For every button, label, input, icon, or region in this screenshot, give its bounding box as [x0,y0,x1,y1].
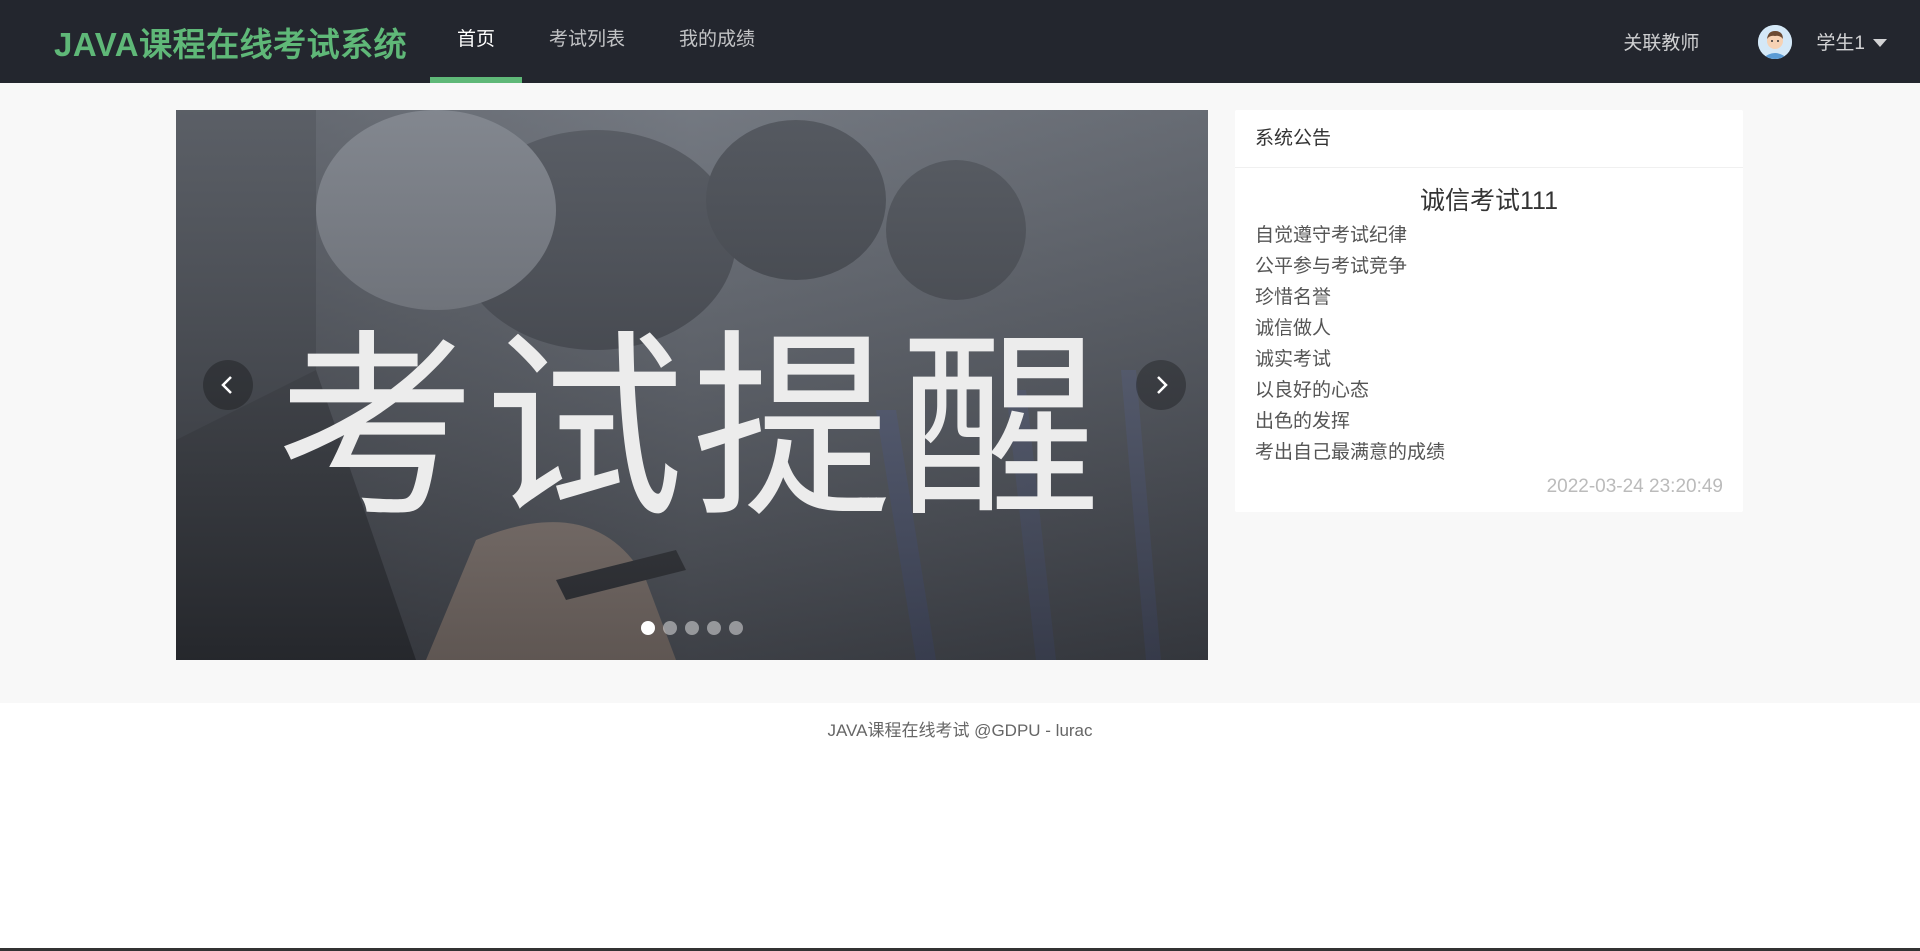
related-teacher-link[interactable]: 关联教师 [1623,28,1699,55]
footer: JAVA课程在线考试 @GDPU - lurac [0,703,1920,763]
top-navbar: JAVA课程在线考试系统 首页 考试列表 我的成绩 关联教师 学生1 [0,0,1920,83]
carousel-dot-1[interactable] [641,621,655,635]
carousel-indicators [176,621,1208,635]
announcement-line: 出色的发挥 [1255,411,1351,432]
announcement-timestamp: 2022-03-24 23:20:49 [1546,476,1723,497]
chevron-left-icon [221,376,232,394]
username-label[interactable]: 学生1 [1816,28,1865,55]
chevron-right-icon [1157,376,1168,394]
right-nav: 关联教师 学生1 [1623,0,1920,83]
caret-down-icon[interactable] [1873,38,1887,47]
announcement-line: 诚信做人 [1255,318,1332,339]
avatar[interactable] [1758,24,1793,59]
announcement-line: 考出自己最满意的成绩 [1255,442,1446,463]
nav-item-home[interactable]: 首页 [430,0,523,83]
brand-logo[interactable]: JAVA课程在线考试系统 [54,18,407,66]
carousel-prev-button[interactable] [203,360,253,410]
carousel: 考试提醒 [176,110,1208,660]
carousel-dot-4[interactable] [707,621,721,635]
announcement-line: 诚实考试 [1255,349,1332,370]
user-menu[interactable]: 学生1 [1758,24,1887,59]
main-nav: 首页 考试列表 我的成绩 [430,0,782,83]
footer-text: JAVA课程在线考试 @GDPU - lurac [827,721,1093,740]
announcement-line: 以良好的心态 [1255,380,1370,401]
announcement-body: 诚信考试111 自觉遵守考试纪律 公平参与考试竞争 珍惜名誉 诚信做人 诚实考试… [1235,168,1743,502]
carousel-dot-5[interactable] [729,621,743,635]
announcement-line: 珍惜名誉 [1255,287,1332,308]
slide-caption: 考试提醒 [275,313,1108,546]
nav-item-my-scores[interactable]: 我的成绩 [652,0,782,83]
carousel-next-button[interactable] [1136,360,1186,410]
carousel-dot-3[interactable] [685,621,699,635]
nav-item-exam-list[interactable]: 考试列表 [522,0,652,83]
announcement-card: 系统公告 诚信考试111 自觉遵守考试纪律 公平参与考试竞争 珍惜名誉 诚信做人… [1235,110,1743,512]
announcement-line: 自觉遵守考试纪律 [1255,225,1408,246]
announcement-title: 诚信考试111 [1419,187,1558,215]
announcement-header: 系统公告 [1235,110,1743,168]
announcement-line: 公平参与考试竞争 [1255,256,1408,277]
carousel-dot-2[interactable] [663,621,677,635]
